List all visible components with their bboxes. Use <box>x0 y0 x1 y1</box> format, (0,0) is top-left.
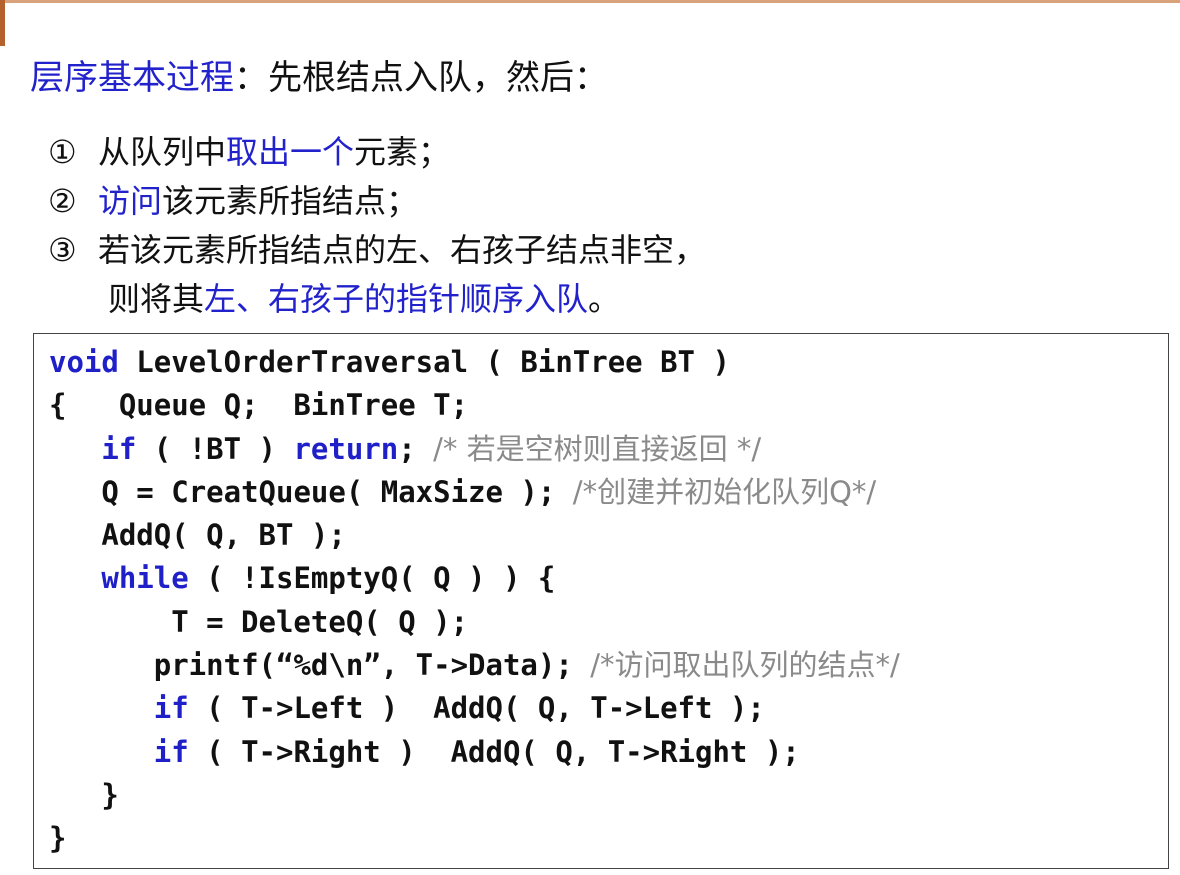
code-keyword: void <box>49 345 119 379</box>
code-text: { Queue Q; BinTree T; <box>49 388 469 423</box>
step-3-continued: 则将其左、右孩子的指针顺序入队。 <box>48 275 706 324</box>
top-rule <box>0 0 1180 3</box>
step-2: ② 访问该元素所指结点； <box>48 177 706 226</box>
heading-highlight: 层序基本过程 <box>30 58 234 98</box>
code-text: ( T->Left ) AddQ( Q, T->Left ); <box>188 691 765 726</box>
step-1: ① 从队列中取出一个元素； <box>48 128 706 177</box>
code-line-6: while ( !IsEmptyQ( Q ) ) { <box>49 557 900 600</box>
code-keyword: if <box>153 691 189 726</box>
step-list: ① 从队列中取出一个元素； ② 访问该元素所指结点； ③ 若该元素所指结点的左、右孩子… <box>48 128 706 324</box>
slide-heading: 层序基本过程：先根结点入队，然后： <box>30 52 608 104</box>
code-comment: /*创建并初始化队列Q*/ <box>572 474 877 509</box>
heading-rest: ：先根结点入队，然后： <box>234 58 608 98</box>
code-line-9: if ( T->Left ) AddQ( Q, T->Left ); <box>49 687 900 730</box>
code-text: ( !BT ) <box>136 431 294 466</box>
code-text: LevelOrderTraversal ( BinTree BT ) <box>118 345 730 379</box>
slide-corner-mark <box>0 0 5 46</box>
code-text: ( T->Right ) AddQ( Q, T->Right ); <box>188 734 800 769</box>
code-block: void LevelOrderTraversal ( BinTree BT ) … <box>33 333 1169 869</box>
code-line-10: if ( T->Right ) AddQ( Q, T->Right ); <box>49 731 900 774</box>
code-keyword: return <box>293 431 399 466</box>
step-text: 从队列中 <box>98 133 227 171</box>
code-text: ; <box>398 431 434 466</box>
code-line-7: T = DeleteQ( Q ); <box>49 601 900 644</box>
step-text: 若该元素所指结点的左、右孩子结点非空， <box>98 231 707 269</box>
code-comment: /*访问取出队列的结点*/ <box>590 648 900 683</box>
code-text: Q = CreatQueue( MaxSize ); <box>101 474 573 509</box>
code-line-1: void LevelOrderTraversal ( BinTree BT ) <box>49 341 900 384</box>
code-text: ( !IsEmptyQ( Q ) ) { <box>188 561 556 596</box>
step-highlight: 左、右孩子的指针顺序入队 <box>204 280 589 318</box>
code-text: AddQ( Q, BT ); <box>101 518 346 553</box>
code-line-11: } <box>49 774 900 817</box>
step-text: 元素； <box>354 133 451 171</box>
code-line-12: } <box>49 817 900 860</box>
code-keyword: if <box>153 734 189 769</box>
code-text: } <box>49 821 67 856</box>
code-keyword: while <box>101 561 189 596</box>
step-3: ③ 若该元素所指结点的左、右孩子结点非空， <box>48 226 706 275</box>
code-text: printf(“%d\n”, T->Data); <box>153 648 591 683</box>
step-text: 该元素所指结点； <box>162 182 419 220</box>
step-number: ② <box>48 182 77 220</box>
code-comment: /* 若是空树则直接返回 */ <box>433 431 762 466</box>
step-number: ① <box>48 133 77 171</box>
code-listing: void LevelOrderTraversal ( BinTree BT ) … <box>49 341 900 861</box>
code-text: T = DeleteQ( Q ); <box>171 604 469 639</box>
step-text: 。 <box>588 280 621 318</box>
step-highlight: 访问 <box>98 182 163 220</box>
step-text: 则将其 <box>108 280 205 318</box>
code-keyword: if <box>101 431 137 466</box>
step-number: ③ <box>48 231 77 269</box>
code-line-3: if ( !BT ) return; /* 若是空树则直接返回 */ <box>49 428 900 471</box>
code-line-2: { Queue Q; BinTree T; <box>49 384 900 427</box>
code-text: } <box>101 777 119 812</box>
code-line-5: AddQ( Q, BT ); <box>49 514 900 557</box>
step-highlight: 取出一个 <box>226 133 355 171</box>
code-line-4: Q = CreatQueue( MaxSize ); /*创建并初始化队列Q*/ <box>49 471 900 514</box>
code-line-8: printf(“%d\n”, T->Data); /*访问取出队列的结点*/ <box>49 644 900 687</box>
